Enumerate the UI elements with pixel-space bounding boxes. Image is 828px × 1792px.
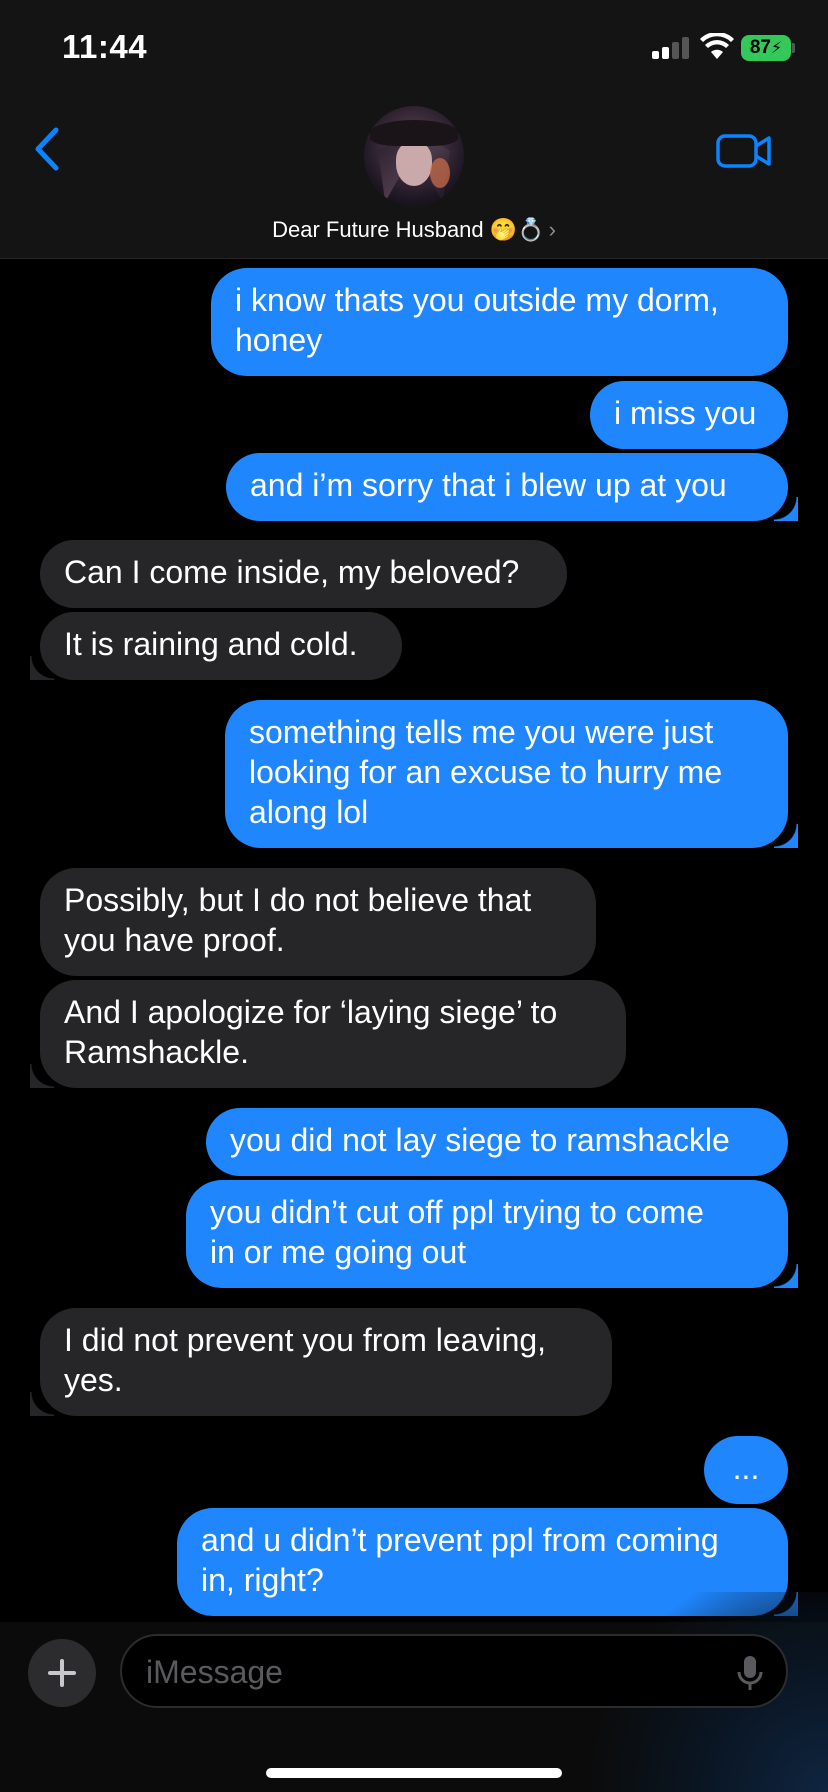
message-bubble-received[interactable]: I did not prevent you from leaving, yes.: [30, 1308, 612, 1416]
facetime-video-icon[interactable]: [716, 131, 772, 171]
message-bubble-sent[interactable]: ...: [704, 1436, 788, 1504]
message-bubble-sent[interactable]: you didn’t cut off ppl trying to come in…: [186, 1180, 798, 1288]
contact-name: Dear Future Husband: [272, 217, 484, 242]
contact-emoji: 🤭💍: [489, 217, 545, 242]
contact-avatar[interactable]: [364, 106, 464, 206]
message-bubble-received[interactable]: Can I come inside, my beloved?: [40, 540, 567, 608]
contact-name-button[interactable]: Dear Future Husband 🤭💍 ›: [0, 217, 828, 243]
message-bubble-sent[interactable]: you did not lay siege to ramshackle: [206, 1108, 788, 1176]
message-bubble-sent[interactable]: something tells me you were just looking…: [225, 700, 798, 848]
message-bubble-received[interactable]: And I apologize for ‘laying siege’ to Ra…: [30, 980, 626, 1088]
message-composer: [0, 1592, 828, 1792]
plus-icon[interactable]: [28, 1639, 96, 1707]
message-bubble-sent[interactable]: i know thats you outside my dorm, honey: [211, 268, 788, 376]
battery-icon: 87 ⚡: [741, 35, 791, 61]
imessage-field[interactable]: [120, 1634, 788, 1708]
conversation-header: 11:44 87 ⚡ Dear Future Husband 🤭💍 ›: [0, 0, 828, 259]
message-bubble-received[interactable]: It is raining and cold.: [30, 612, 402, 680]
home-indicator[interactable]: [266, 1768, 562, 1778]
cellular-signal-icon: [652, 37, 690, 59]
wifi-icon: [700, 33, 734, 59]
message-bubble-received[interactable]: Possibly, but I do not believe that you …: [40, 868, 596, 976]
microphone-icon[interactable]: [736, 1654, 764, 1692]
message-bubble-sent[interactable]: i miss you: [590, 381, 788, 449]
battery-level: 87: [749, 37, 771, 58]
back-chevron-icon[interactable]: [28, 124, 68, 174]
message-thread[interactable]: i know thats you outside my dorm, honey …: [0, 260, 828, 1620]
chevron-right-icon: ›: [548, 217, 556, 242]
message-bubble-sent[interactable]: and i’m sorry that i blew up at you: [226, 453, 798, 521]
status-time: 11:44: [62, 28, 148, 65]
imessage-input[interactable]: [146, 1650, 706, 1694]
battery-tip: [792, 43, 795, 53]
